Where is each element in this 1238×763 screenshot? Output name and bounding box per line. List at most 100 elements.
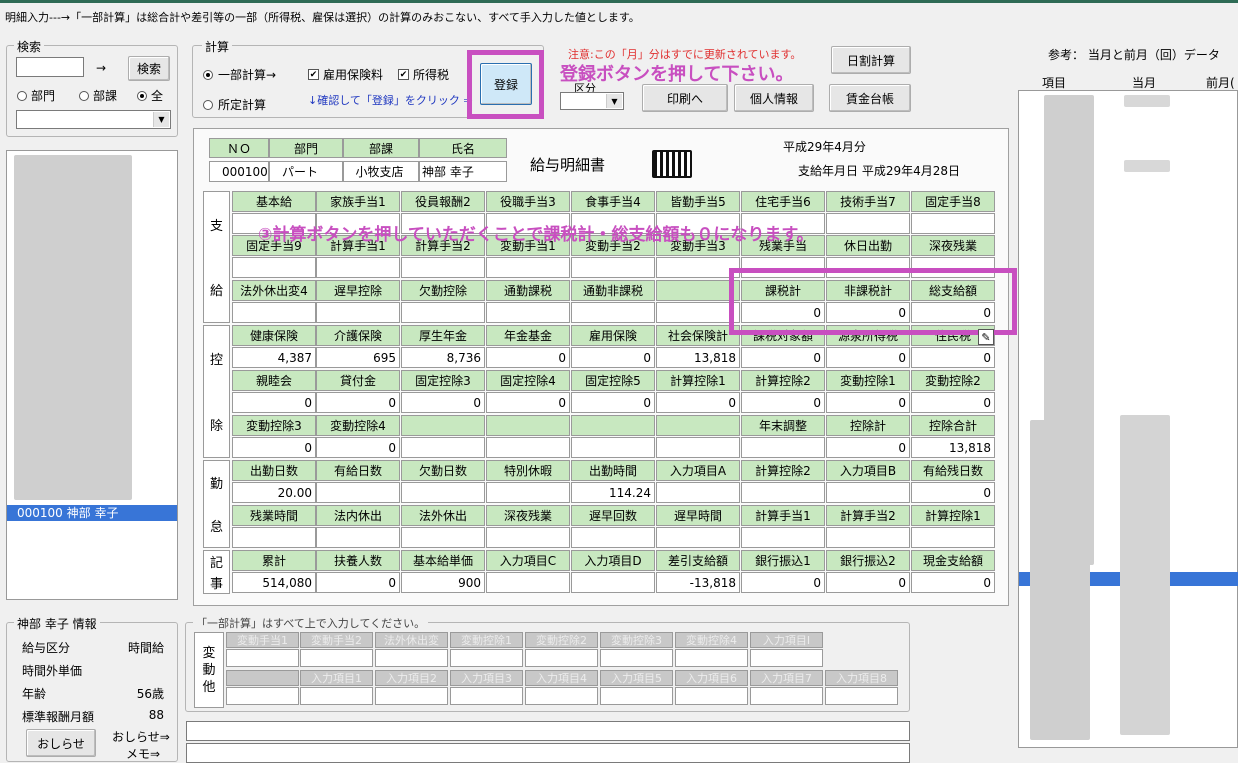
partial-value[interactable] [450, 687, 523, 705]
field-value[interactable] [911, 527, 995, 548]
field-value[interactable] [316, 527, 400, 548]
field-value[interactable]: 0 [826, 392, 910, 413]
field-value[interactable] [401, 437, 485, 458]
employee-list-selected[interactable]: 000100 神部 幸子 [7, 505, 177, 521]
field-value[interactable] [656, 437, 740, 458]
field-value[interactable]: 0 [826, 347, 910, 368]
kubun-dropdown[interactable]: ▼ [560, 92, 624, 110]
field-value[interactable] [741, 482, 825, 503]
field-value[interactable]: 0 [486, 392, 570, 413]
search-input[interactable] [16, 57, 84, 77]
field-value[interactable] [571, 527, 655, 548]
field-value[interactable]: 900 [401, 572, 485, 593]
field-value[interactable] [232, 257, 316, 278]
field-value[interactable]: 0 [571, 392, 655, 413]
field-value[interactable]: 0 [826, 437, 910, 458]
partial-value[interactable] [375, 687, 448, 705]
field-value[interactable] [316, 302, 400, 323]
field-value[interactable]: 8,736 [401, 347, 485, 368]
field-value[interactable] [401, 257, 485, 278]
field-value[interactable] [826, 527, 910, 548]
memo-input-1[interactable] [186, 721, 910, 741]
memo-input-2[interactable] [186, 743, 910, 763]
partial-value[interactable] [375, 649, 448, 667]
partial-value[interactable] [300, 687, 373, 705]
field-value[interactable]: 4,387 [232, 347, 316, 368]
field-value[interactable] [656, 527, 740, 548]
field-value[interactable]: 0 [571, 347, 655, 368]
print-button[interactable]: 印刷へ [642, 84, 728, 112]
personal-info-button[interactable]: 個人情報 [734, 84, 814, 112]
field-value[interactable] [571, 257, 655, 278]
field-value[interactable]: 0 [911, 482, 995, 503]
field-value[interactable] [316, 482, 400, 503]
field-value[interactable]: 0 [741, 572, 825, 593]
employee-no[interactable]: 000100 [209, 161, 269, 182]
partial-value[interactable] [600, 687, 673, 705]
field-value[interactable]: 0 [232, 437, 316, 458]
filter-dropdown[interactable]: ▼ [16, 110, 171, 129]
wage-ledger-button[interactable]: 賃金台帳 [829, 84, 911, 112]
field-value[interactable]: 0 [911, 392, 995, 413]
checkbox-koyou[interactable]: ✔ 雇用保険料 [308, 66, 383, 83]
radio-fixed-calc[interactable]: 所定計算 [203, 96, 266, 113]
radio-buka[interactable]: 部課 [79, 87, 117, 104]
checkbox-shotoku[interactable]: ✔ 所得税 [398, 66, 449, 83]
field-value[interactable]: 0 [826, 572, 910, 593]
radio-partial-calc[interactable]: 一部計算→ [203, 66, 276, 83]
field-value[interactable]: 0 [232, 392, 316, 413]
partial-value[interactable] [675, 687, 748, 705]
field-value[interactable] [571, 572, 655, 593]
field-value[interactable]: 20.00 [232, 482, 316, 503]
field-value[interactable] [401, 302, 485, 323]
radio-all[interactable]: 全 [137, 87, 163, 104]
field-value[interactable]: 0 [486, 347, 570, 368]
field-value[interactable] [571, 437, 655, 458]
partial-value[interactable] [675, 649, 748, 667]
field-value[interactable] [486, 482, 570, 503]
notice-link[interactable]: おしらせ⇒ [112, 728, 170, 745]
field-value[interactable]: 114.24 [571, 482, 655, 503]
field-value[interactable] [401, 482, 485, 503]
calculator-icon[interactable] [652, 150, 692, 178]
field-value[interactable] [741, 437, 825, 458]
partial-value[interactable] [600, 649, 673, 667]
field-value[interactable]: 0 [316, 572, 400, 593]
notice-button[interactable]: おしらせ [26, 729, 96, 757]
field-value[interactable]: 0 [316, 392, 400, 413]
field-value[interactable] [486, 572, 570, 593]
field-value[interactable]: 514,080 [232, 572, 316, 593]
field-value[interactable]: 13,818 [911, 437, 995, 458]
field-value[interactable] [486, 527, 570, 548]
partial-value[interactable] [525, 687, 598, 705]
field-value[interactable] [826, 482, 910, 503]
field-value[interactable] [401, 527, 485, 548]
field-value[interactable] [232, 302, 316, 323]
partial-value[interactable] [750, 649, 823, 667]
field-value[interactable] [741, 527, 825, 548]
pencil-icon[interactable]: ✎ [978, 329, 994, 345]
field-value[interactable]: 0 [741, 347, 825, 368]
daily-calc-button[interactable]: 日割計算 [831, 46, 911, 74]
field-value[interactable] [826, 213, 910, 234]
field-value[interactable] [486, 302, 570, 323]
field-value[interactable] [911, 213, 995, 234]
field-value[interactable]: 0 [656, 392, 740, 413]
search-button[interactable]: 検索 [128, 56, 170, 81]
field-value[interactable] [486, 437, 570, 458]
field-value[interactable]: 695 [316, 347, 400, 368]
field-value[interactable]: 0 [911, 347, 995, 368]
memo-link[interactable]: メモ⇒ [126, 745, 160, 762]
field-value[interactable] [656, 257, 740, 278]
field-value[interactable] [486, 257, 570, 278]
field-value[interactable] [656, 302, 740, 323]
partial-value[interactable] [825, 687, 898, 705]
field-value[interactable] [656, 482, 740, 503]
field-value[interactable]: 0 [741, 392, 825, 413]
field-value[interactable]: 13,818 [656, 347, 740, 368]
partial-value[interactable] [750, 687, 823, 705]
employee-bumon[interactable]: パート [269, 161, 343, 182]
field-value[interactable] [316, 257, 400, 278]
field-value[interactable]: 0 [911, 572, 995, 593]
employee-name[interactable]: 神部 幸子 [419, 161, 507, 182]
